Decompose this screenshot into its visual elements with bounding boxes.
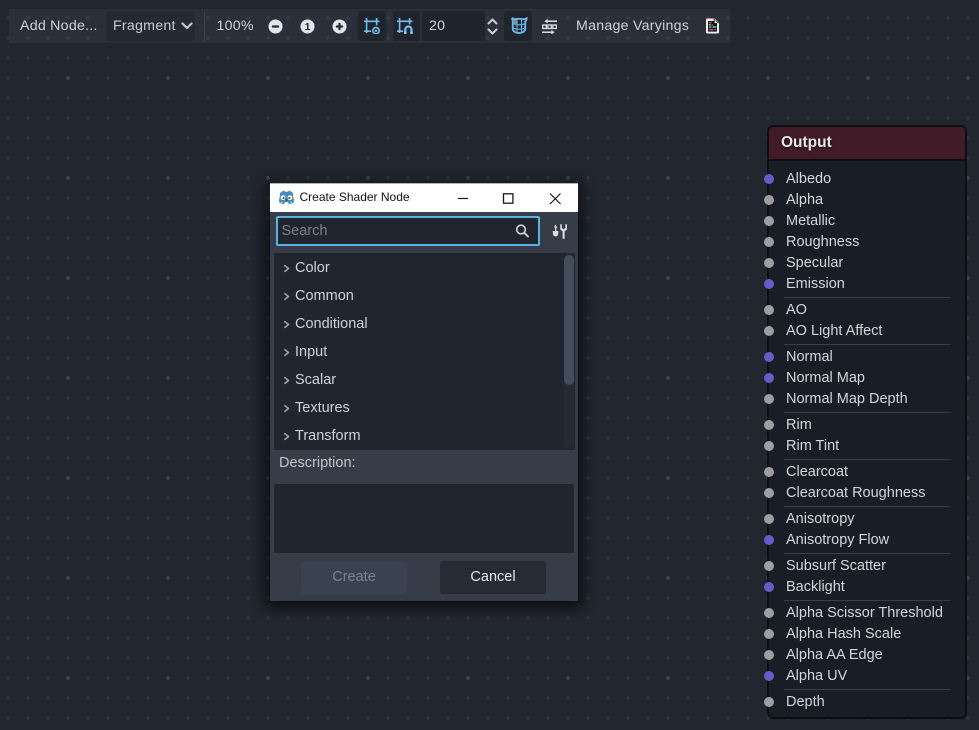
- svg-text:1: 1: [305, 21, 311, 33]
